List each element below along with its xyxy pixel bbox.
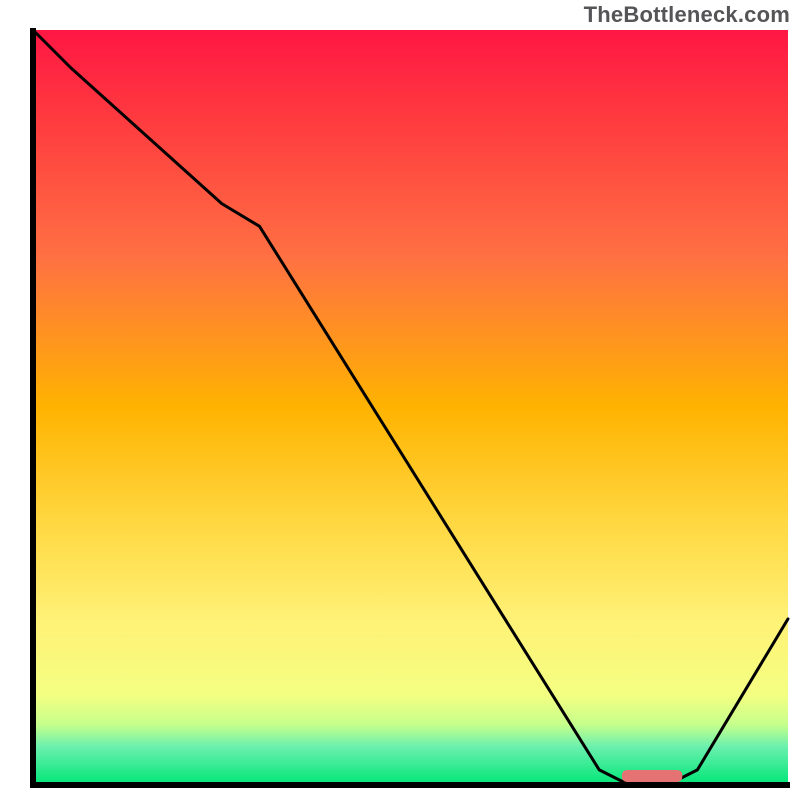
- bottleneck-chart: [0, 0, 800, 800]
- chart-container: TheBottleneck.com: [0, 0, 800, 800]
- watermark-text: TheBottleneck.com: [584, 2, 790, 28]
- plot-background: [33, 30, 788, 785]
- optimal-range-marker: [622, 770, 682, 782]
